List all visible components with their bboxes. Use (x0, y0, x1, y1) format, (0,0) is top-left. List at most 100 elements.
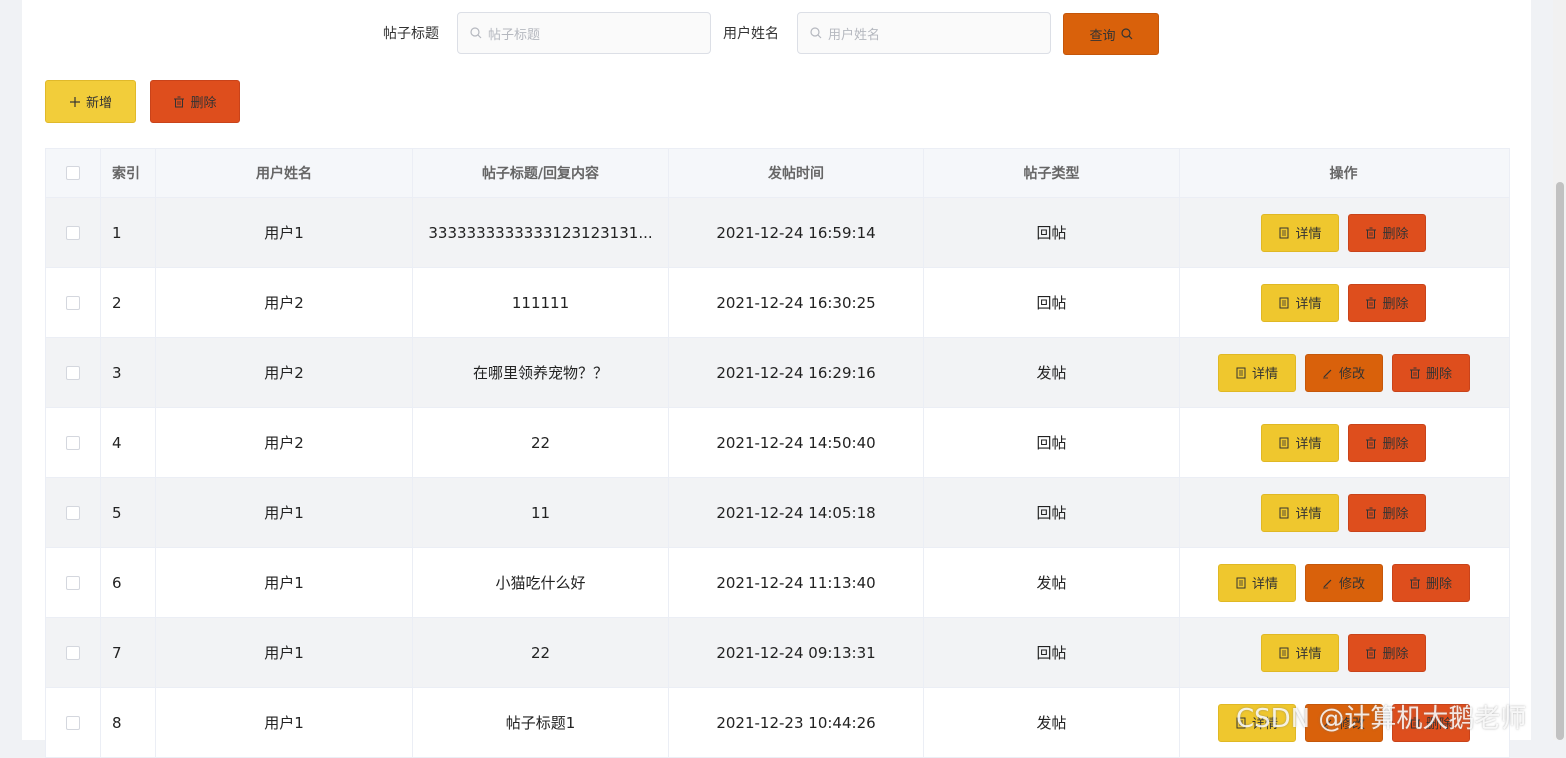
row-actions: 详情 删除 (1180, 268, 1507, 337)
detail-button-label: 详情 (1251, 577, 1278, 592)
row-checkbox-cell (46, 688, 101, 757)
table-row: 3 用户2 在哪里领养宠物？？ 2021-12-24 16:29:16 发帖 详情 修改 删除 (46, 338, 1509, 408)
header-type: 帖子类型 (924, 149, 1180, 197)
delete-button[interactable]: 删除 (1348, 423, 1426, 462)
trash-icon (1365, 227, 1377, 239)
row-checkbox-cell (46, 198, 101, 267)
user-search-placeholder: 用户姓名 (828, 27, 881, 43)
user-search-input[interactable]: 用户姓名 (797, 12, 1051, 54)
delete-button-label: 删除 (1382, 507, 1409, 522)
row-checkbox[interactable] (66, 225, 80, 240)
row-checkbox-cell (46, 478, 101, 547)
pencil-icon (1322, 577, 1334, 589)
edit-button-label: 修改 (1338, 367, 1365, 382)
detail-button[interactable]: 详情 (1261, 423, 1339, 462)
row-user: 用户1 (156, 548, 413, 617)
row-actions: 详情 删除 (1180, 408, 1507, 477)
table-header-row: 索引 用户姓名 帖子标题/回复内容 发帖时间 帖子类型 操作 (46, 149, 1509, 198)
table-row: 4 用户2 22 2021-12-24 14:50:40 回帖 详情 删除 (46, 408, 1509, 478)
document-icon (1278, 507, 1290, 519)
row-title: 3333333333333123123131... (413, 198, 669, 267)
detail-button[interactable]: 详情 (1217, 353, 1296, 392)
delete-button[interactable]: 删除 (1348, 213, 1426, 252)
trash-icon (1365, 297, 1377, 309)
delete-button-label: 删除 (1382, 647, 1409, 662)
detail-button[interactable]: 详情 (1261, 633, 1339, 672)
scrollbar-thumb[interactable] (1556, 182, 1564, 740)
row-checkbox[interactable] (66, 435, 80, 450)
delete-button[interactable]: 删除 (1348, 493, 1426, 532)
row-user: 用户1 (156, 618, 413, 687)
header-index: 索引 (101, 149, 156, 197)
watermark: CSDN @计算机大鹅老师 (1236, 704, 1527, 734)
delete-button[interactable]: 删除 (1391, 563, 1470, 602)
search-icon (1120, 28, 1133, 40)
row-checkbox[interactable] (66, 715, 80, 730)
header-actions: 操作 (1329, 166, 1358, 182)
plus-icon (69, 96, 81, 108)
row-type: 回帖 (924, 408, 1180, 477)
add-button[interactable]: 新增 (45, 80, 136, 123)
row-checkbox[interactable] (66, 505, 80, 520)
row-checkbox[interactable] (66, 365, 80, 380)
row-actions: 详情 删除 (1180, 618, 1507, 687)
row-index: 1 (101, 198, 156, 267)
detail-button[interactable]: 详情 (1261, 283, 1339, 322)
document-icon (1278, 297, 1290, 309)
detail-button-label: 详情 (1251, 367, 1278, 382)
delete-button-label: 删除 (1382, 437, 1409, 452)
row-index: 8 (101, 688, 156, 757)
document-icon (1235, 367, 1247, 379)
row-checkbox[interactable] (66, 575, 80, 590)
row-index: 5 (101, 478, 156, 547)
batch-delete-label: 删除 (190, 96, 217, 111)
edit-button[interactable]: 修改 (1304, 563, 1383, 602)
user-search-label: 用户姓名 (723, 26, 779, 42)
row-checkbox[interactable] (66, 645, 80, 660)
row-index: 3 (101, 338, 156, 407)
query-button[interactable]: 查询 (1063, 13, 1159, 55)
row-type: 回帖 (924, 198, 1180, 267)
detail-button-label: 详情 (1295, 297, 1322, 312)
row-type: 发帖 (924, 688, 1180, 757)
row-actions: 详情 修改 删除 (1180, 338, 1507, 407)
detail-button[interactable]: 详情 (1261, 493, 1339, 532)
query-button-label: 查询 (1089, 28, 1116, 44)
row-user: 用户2 (156, 408, 413, 477)
row-checkbox-cell (46, 408, 101, 477)
row-title: 小猫吃什么好 (413, 548, 669, 617)
row-time: 2021-12-24 09:13:31 (669, 618, 924, 687)
delete-button[interactable]: 删除 (1391, 353, 1470, 392)
row-checkbox-cell (46, 548, 101, 617)
delete-button[interactable]: 删除 (1348, 633, 1426, 672)
batch-delete-button[interactable]: 删除 (150, 80, 240, 123)
detail-button[interactable]: 详情 (1261, 213, 1339, 252)
header-title: 帖子标题/回复内容 (413, 149, 669, 197)
edit-button-label: 修改 (1338, 577, 1365, 592)
row-time: 2021-12-24 14:50:40 (669, 408, 924, 477)
row-checkbox[interactable] (66, 295, 80, 310)
title-search-input[interactable]: 帖子标题 (457, 12, 711, 54)
table-row: 2 用户2 111111 2021-12-24 16:30:25 回帖 详情 删除 (46, 268, 1509, 338)
row-type: 回帖 (924, 618, 1180, 687)
row-actions: 详情 删除 (1180, 478, 1507, 547)
edit-button[interactable]: 修改 (1304, 353, 1383, 392)
trash-icon (1409, 577, 1421, 589)
posts-table: 索引 用户姓名 帖子标题/回复内容 发帖时间 帖子类型 操作 1 用户1 33333… (45, 148, 1510, 758)
search-icon (810, 27, 822, 39)
row-index: 6 (101, 548, 156, 617)
row-title: 11 (413, 478, 669, 547)
document-icon (1235, 577, 1247, 589)
select-all-checkbox[interactable] (66, 166, 80, 180)
row-time: 2021-12-24 16:29:16 (669, 338, 924, 407)
row-title: 22 (413, 408, 669, 477)
document-icon (1278, 647, 1290, 659)
detail-button-label: 详情 (1295, 647, 1322, 662)
table-row: 6 用户1 小猫吃什么好 2021-12-24 11:13:40 发帖 详情 修改 删除 (46, 548, 1509, 618)
row-index: 4 (101, 408, 156, 477)
title-search-placeholder: 帖子标题 (488, 27, 541, 43)
table-body: 1 用户1 3333333333333123123131... 2021-12-24 … (46, 198, 1509, 758)
row-user: 用户2 (156, 338, 413, 407)
detail-button[interactable]: 详情 (1217, 563, 1296, 602)
delete-button[interactable]: 删除 (1348, 283, 1426, 322)
